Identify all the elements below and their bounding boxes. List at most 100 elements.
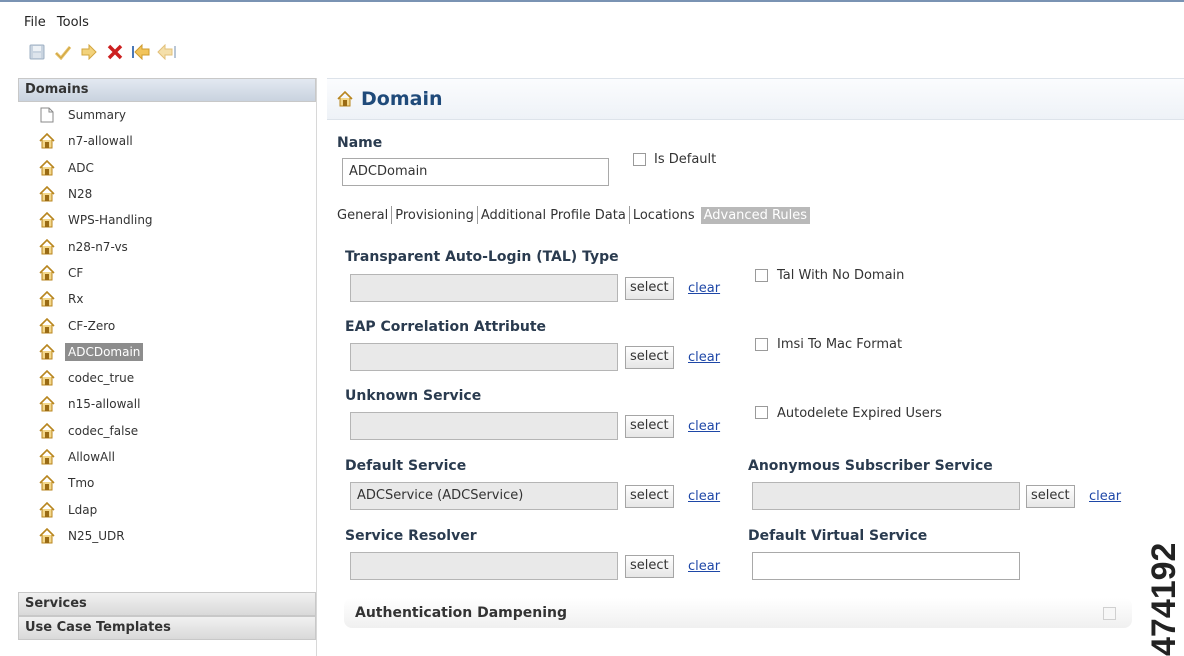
services-header[interactable]: Services [18, 592, 316, 616]
check-icon[interactable] [52, 41, 74, 63]
house-icon [38, 369, 56, 387]
tal-type-clear-link[interactable]: clear [688, 281, 720, 296]
delete-icon[interactable] [104, 41, 126, 63]
figure-id: 474192 [1145, 542, 1183, 656]
tab-provisioning[interactable]: Provisioning [392, 207, 477, 224]
tree-item-label: n7-allowall [68, 134, 133, 149]
export-icon[interactable] [156, 41, 178, 63]
domains-header[interactable]: Domains [18, 78, 316, 102]
tree-item-summary[interactable]: Summary [18, 102, 316, 128]
anonymous-service-select-button[interactable]: select [1026, 485, 1075, 508]
tree-item-n28[interactable]: N28 [18, 181, 316, 207]
tree-item-adc[interactable]: ADC [18, 155, 316, 181]
house-icon [38, 448, 56, 466]
default-virtual-service-label: Default Virtual Service [748, 528, 928, 544]
save-icon[interactable] [26, 41, 48, 63]
service-resolver-select-button[interactable]: select [625, 555, 674, 578]
eap-clear-link[interactable]: clear [688, 350, 720, 365]
imsi-mac-label: Imsi To Mac Format [777, 337, 903, 352]
house-icon [38, 422, 56, 440]
document-icon [38, 106, 56, 124]
tree-item-allowall[interactable]: AllowAll [18, 444, 316, 470]
house-icon [38, 132, 56, 150]
anonymous-service-clear-link[interactable]: clear [1089, 489, 1121, 504]
is-default-label: Is Default [654, 152, 717, 167]
tab-additional-profile-data[interactable]: Additional Profile Data [478, 207, 629, 224]
default-service-field[interactable]: ADCService (ADCService) [350, 482, 618, 510]
domain-tree: Summary n7-allowall ADC N28 WPS-Handling… [18, 102, 316, 592]
tree-item-wps-handling[interactable]: WPS-Handling [18, 207, 316, 233]
house-icon [38, 238, 56, 256]
tree-item-adcdomain[interactable]: ADCDomain [18, 339, 316, 365]
default-virtual-service-input[interactable] [752, 552, 1020, 580]
default-service-select-button[interactable]: select [625, 485, 674, 508]
tree-item-label: Ldap [68, 502, 98, 517]
anonymous-service-field[interactable] [752, 482, 1020, 510]
tree-item-label: CF [68, 265, 84, 280]
house-icon [337, 90, 355, 108]
tree-item-n15-allowall[interactable]: n15-allowall [18, 391, 316, 417]
forward-icon[interactable] [78, 41, 100, 63]
menu-tools[interactable]: Tools [57, 15, 89, 30]
house-icon [38, 317, 56, 335]
tree-item-label: WPS-Handling [68, 213, 153, 228]
house-icon [38, 159, 56, 177]
eap-label: EAP Correlation Attribute [345, 319, 547, 335]
tree-item-n25-udr[interactable]: N25_UDR [18, 523, 316, 549]
name-input[interactable]: ADCDomain [342, 158, 609, 186]
house-icon [38, 501, 56, 519]
service-resolver-field[interactable] [350, 552, 618, 580]
tree-item-codec-false[interactable]: codec_false [18, 418, 316, 444]
autodelete-checkbox[interactable] [755, 406, 768, 419]
tree-item-cf-zero[interactable]: CF-Zero [18, 312, 316, 338]
tree-item-tmo[interactable]: Tmo [18, 470, 316, 496]
unknown-service-select-button[interactable]: select [625, 415, 674, 438]
house-icon [38, 527, 56, 545]
tree-item-label: Rx [68, 292, 84, 307]
import-icon[interactable] [130, 41, 152, 63]
tab-locations[interactable]: Locations [630, 207, 698, 224]
menu-file[interactable]: File [24, 15, 46, 30]
top-border [0, 0, 1184, 2]
house-icon [38, 264, 56, 282]
tree-item-label: codec_true [68, 371, 135, 386]
tab-general[interactable]: General [334, 207, 391, 224]
domains-panel: Domains Summary n7-allowall ADC N28 WPS-… [18, 78, 317, 656]
eap-select-button[interactable]: select [625, 346, 674, 369]
tal-no-domain-checkbox[interactable] [755, 269, 768, 282]
tab-advanced-rules[interactable]: Advanced Rules [700, 206, 811, 224]
tree-item-ldap[interactable]: Ldap [18, 496, 316, 522]
tree-item-codec-true[interactable]: codec_true [18, 365, 316, 391]
authentication-dampening-section[interactable]: Authentication Dampening [344, 598, 1132, 628]
tal-type-select-button[interactable]: select [625, 277, 674, 300]
name-label: Name [337, 135, 383, 151]
default-service-label: Default Service [345, 458, 467, 474]
menu-bar: File Tools [24, 15, 96, 30]
house-icon [38, 474, 56, 492]
domain-header: Domain [327, 78, 1184, 120]
imsi-mac-checkbox[interactable] [755, 338, 768, 351]
eap-field[interactable] [350, 343, 618, 371]
autodelete-label: Autodelete Expired Users [777, 406, 942, 421]
unknown-service-field[interactable] [350, 412, 618, 440]
authentication-dampening-checkbox[interactable] [1103, 607, 1116, 620]
tree-item-n7-allowall[interactable]: n7-allowall [18, 128, 316, 154]
service-resolver-clear-link[interactable]: clear [688, 559, 720, 574]
tree-item-label: Tmo [68, 476, 95, 491]
tree-item-rx[interactable]: Rx [18, 286, 316, 312]
anonymous-service-label: Anonymous Subscriber Service [748, 458, 993, 474]
house-icon [38, 343, 56, 361]
tree-item-label: ADCDomain [65, 342, 144, 361]
page-title: Domain [361, 88, 443, 110]
use-case-templates-header[interactable]: Use Case Templates [18, 616, 316, 640]
house-icon [38, 395, 56, 413]
tree-item-cf[interactable]: CF [18, 260, 316, 286]
tal-type-label: Transparent Auto-Login (TAL) Type [345, 249, 619, 265]
default-service-clear-link[interactable]: clear [688, 489, 720, 504]
unknown-service-clear-link[interactable]: clear [688, 419, 720, 434]
tree-item-label: n28-n7-vs [68, 239, 128, 254]
tree-item-n28-n7-vs[interactable]: n28-n7-vs [18, 233, 316, 259]
tal-type-field[interactable] [350, 274, 618, 302]
tree-item-label: ADC [68, 160, 94, 175]
is-default-checkbox[interactable] [633, 153, 646, 166]
